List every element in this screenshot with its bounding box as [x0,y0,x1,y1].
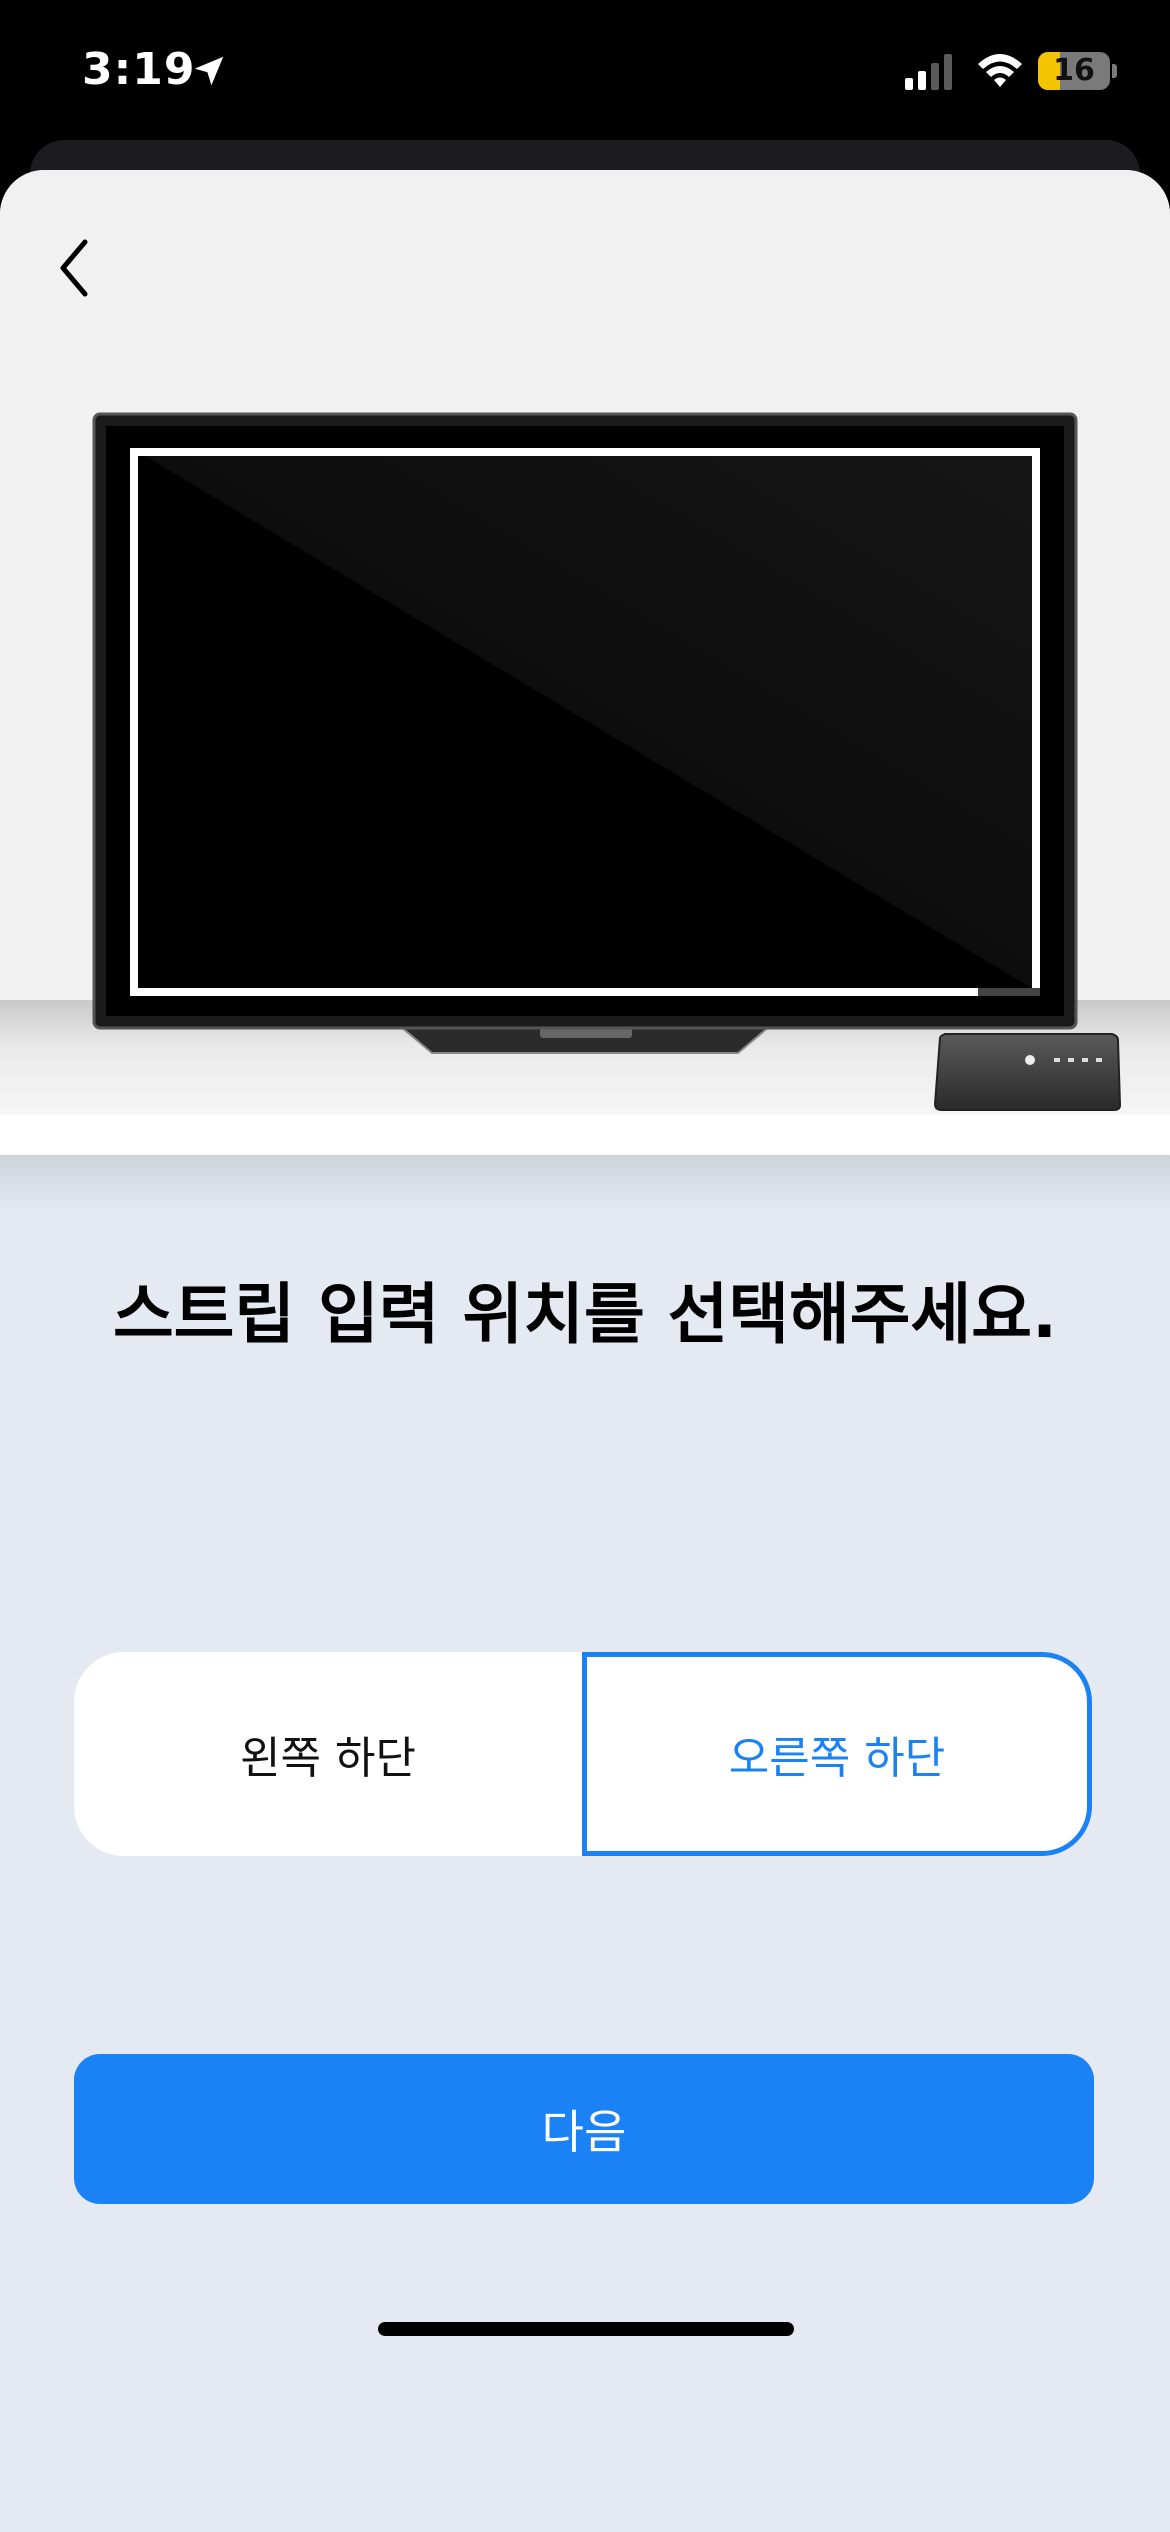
signal-icon [905,54,952,90]
wifi-icon [978,54,1022,87]
battery-icon: 16 [1038,52,1110,90]
tv-icon [92,412,1078,1054]
chevron-left-icon [60,239,88,297]
next-button[interactable]: 다음 [74,2054,1094,2204]
option-bottom-left[interactable]: 왼쪽 하단 [74,1652,582,1856]
location-arrow-icon [194,56,224,86]
divider-shadow [0,1155,1170,1215]
home-indicator [378,2322,794,2336]
battery-level: 16 [1053,53,1095,88]
set-top-box-icon [933,1033,1122,1111]
status-bar: 3:19 16 [0,0,1170,145]
position-selector: 왼쪽 하단 오른쪽 하단 [74,1652,1092,1856]
option-bottom-right[interactable]: 오른쪽 하단 [582,1652,1092,1856]
tv-illustration [92,412,1122,1111]
illustration-divider [0,1115,1170,1155]
battery-cap [1112,64,1117,78]
status-time: 3:19 [82,44,196,95]
back-button[interactable] [50,230,110,310]
page-title: 스트립 입력 위치를 선택해주세요. [112,1276,1058,1353]
